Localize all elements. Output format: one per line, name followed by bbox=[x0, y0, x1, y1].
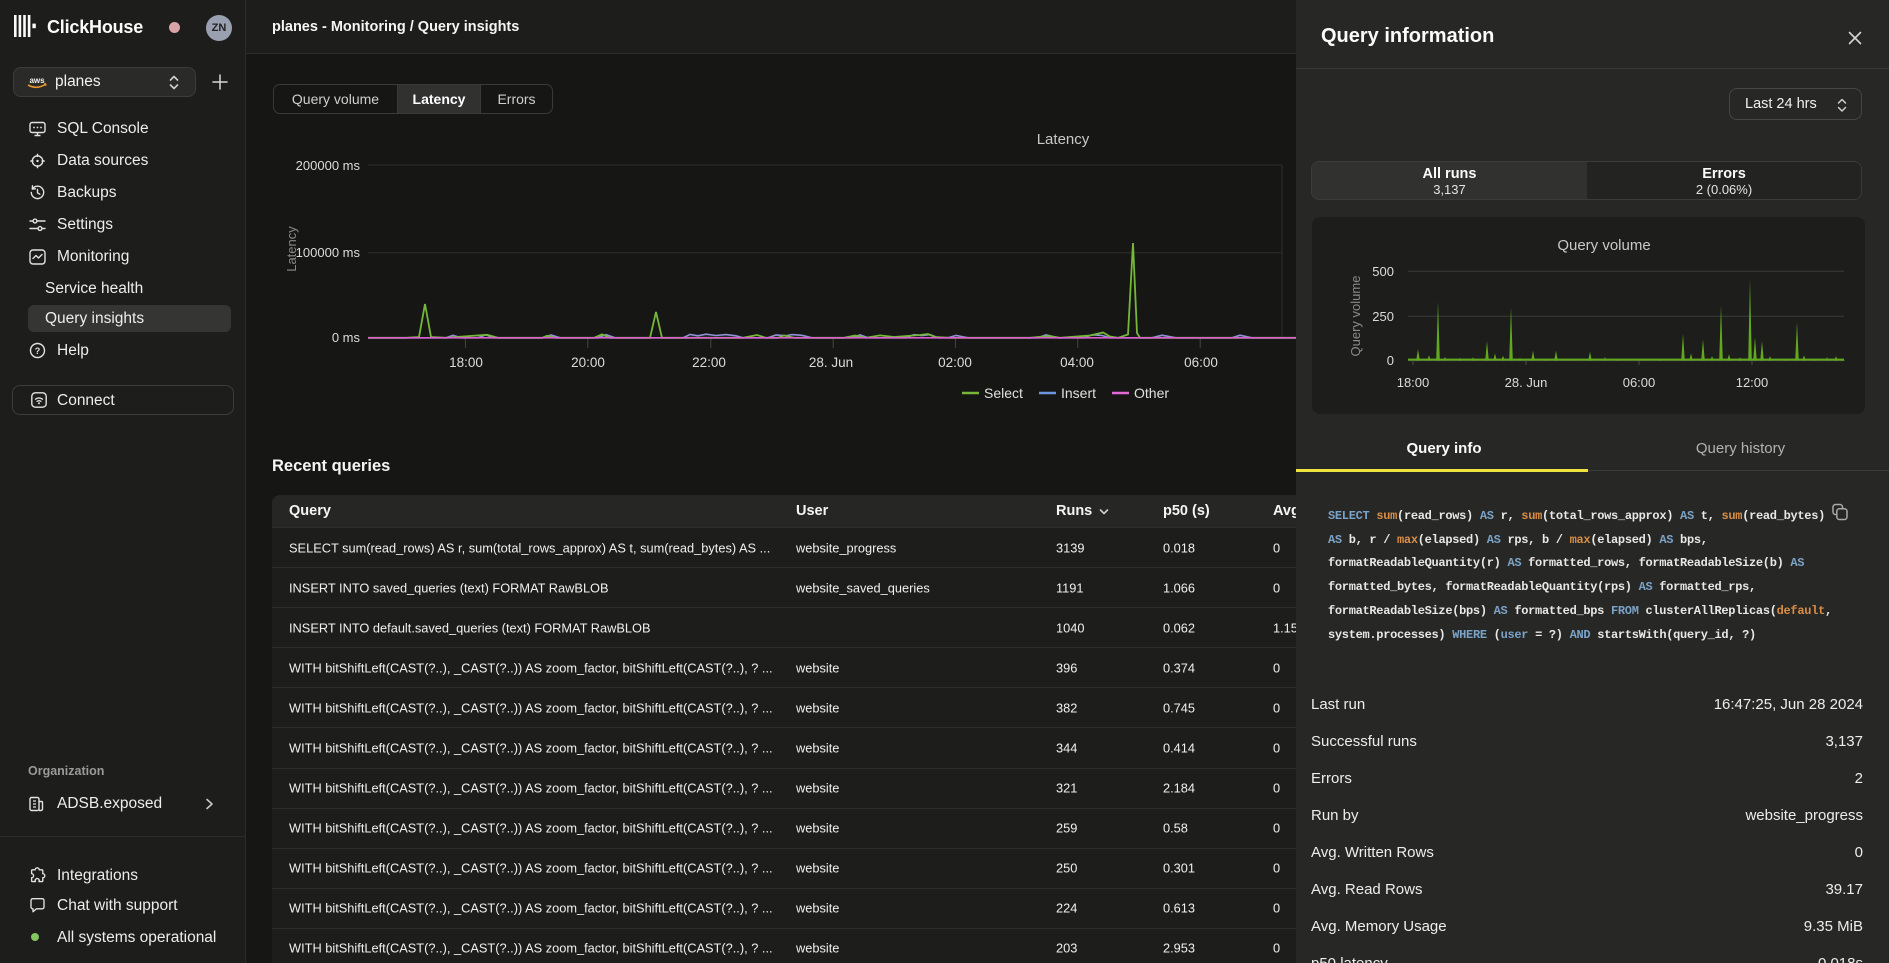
svg-text:06:00: 06:00 bbox=[1623, 375, 1656, 390]
svg-text:06:00: 06:00 bbox=[1184, 355, 1218, 370]
svg-text:Latency: Latency bbox=[284, 226, 299, 272]
svg-text:0: 0 bbox=[1387, 353, 1394, 368]
svg-text:Other: Other bbox=[1134, 385, 1169, 401]
svg-text:02:00: 02:00 bbox=[938, 355, 972, 370]
svg-text:0 ms: 0 ms bbox=[332, 330, 361, 345]
svg-text:aws: aws bbox=[29, 76, 45, 85]
svg-text:500: 500 bbox=[1372, 264, 1394, 279]
svg-text:?: ? bbox=[35, 346, 41, 356]
svg-text:18:00: 18:00 bbox=[449, 355, 483, 370]
svg-text:22:00: 22:00 bbox=[692, 355, 726, 370]
svg-text:20:00: 20:00 bbox=[571, 355, 605, 370]
svg-text:12:00: 12:00 bbox=[1736, 375, 1769, 390]
svg-text:Query volume: Query volume bbox=[1348, 276, 1363, 357]
svg-text:28. Jun: 28. Jun bbox=[809, 355, 853, 370]
svg-text:200000 ms: 200000 ms bbox=[296, 158, 361, 173]
svg-text:100000 ms: 100000 ms bbox=[296, 245, 361, 260]
svg-text:28. Jun: 28. Jun bbox=[1505, 375, 1548, 390]
svg-text:18:00: 18:00 bbox=[1397, 375, 1430, 390]
svg-text:Insert: Insert bbox=[1061, 385, 1096, 401]
svg-text:Latency: Latency bbox=[1037, 131, 1090, 148]
svg-text:Query volume: Query volume bbox=[1557, 237, 1650, 254]
svg-text:Select: Select bbox=[984, 385, 1023, 401]
svg-text:250: 250 bbox=[1372, 309, 1394, 324]
svg-text:04:00: 04:00 bbox=[1060, 355, 1094, 370]
